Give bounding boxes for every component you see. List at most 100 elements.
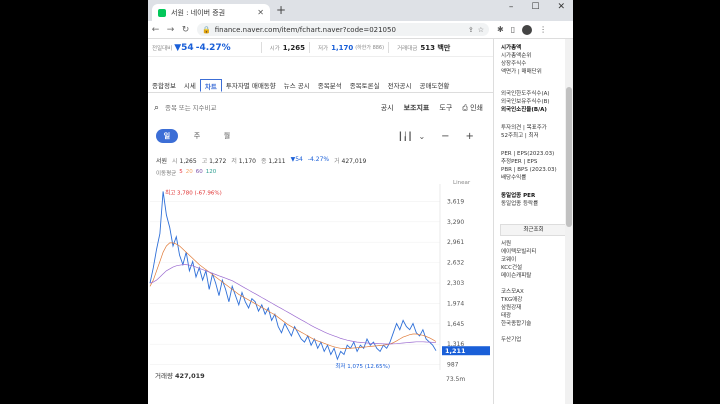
sidebar-market-cap: 시가총액 xyxy=(501,45,522,51)
tab-news[interactable]: 뉴스 공시 xyxy=(280,79,314,92)
stock-menu-tabs: 종합정보 시세 차트 투자자별 매매동향 뉴스 공시 종목분석 종목토론실 전자… xyxy=(148,79,493,93)
recent-item[interactable]: 에이텍모빌리티 xyxy=(494,248,573,256)
low-value: 1,170 xyxy=(331,43,354,52)
search-icon[interactable]: ⌕ xyxy=(154,103,159,113)
address-bar: ← → ↻ 🔒 finance.naver.com/item/fchart.na… xyxy=(148,21,573,39)
browser-tab[interactable]: 서원 : 네이버 증권 ✕ xyxy=(152,4,270,21)
chart-toolbar: ⌕ 공시 보조지표 도구 ⎙ 인쇄 xyxy=(148,100,493,116)
divider xyxy=(308,42,310,53)
omnibox[interactable]: 🔒 finance.naver.com/item/fchart.naver?co… xyxy=(197,23,489,36)
window-controls: – ☐ ✕ xyxy=(509,2,565,12)
period-week[interactable]: 주 xyxy=(186,129,208,143)
side-panel-icon[interactable]: ▯ xyxy=(511,25,515,34)
stock-summary-bar: 전일대비 ▼54 -4.27% 시가 1,265 저가 1,170 (하한가 8… xyxy=(148,39,493,57)
price-chart[interactable]: 3,6193,2902,9612,6322,3031,9741,6451,316… xyxy=(148,176,493,370)
sidebar-target-price: 투자의견 | 목표주가 xyxy=(501,125,547,131)
change-value: ▼54 xyxy=(290,156,303,163)
new-tab-icon[interactable]: + xyxy=(276,4,286,17)
trade-value: 513 백만 xyxy=(420,43,451,52)
menu-dots-icon[interactable]: ⋮ xyxy=(539,25,547,34)
low-label: 저가 xyxy=(317,45,329,52)
trade-value-label: 거래대금 xyxy=(397,45,418,52)
y-tick-label: 1,645 xyxy=(447,321,464,328)
disclosure-button[interactable]: 공시 xyxy=(381,103,394,113)
zoom-in-icon[interactable]: + xyxy=(466,131,474,142)
sidebar-pbr: PBR | BPS (2023.03) xyxy=(501,167,557,173)
tab-discussion[interactable]: 종목토론실 xyxy=(346,79,384,92)
close-value: 1,211 xyxy=(268,158,286,165)
high-label: 고 xyxy=(201,158,208,165)
close-window-icon[interactable]: ✕ xyxy=(557,2,565,12)
tools-button[interactable]: 도구 xyxy=(439,103,452,113)
volume-value: 427,019 xyxy=(341,158,367,165)
recent-item[interactable]: KCC건설 xyxy=(494,264,573,272)
extensions-icon[interactable]: ✱ xyxy=(497,25,504,34)
change-pct: -4.27% xyxy=(307,156,330,163)
recent-item[interactable]: 메이슨캐피탈 xyxy=(494,272,573,280)
tab-strip: 서원 : 네이버 증권 ✕ + – ☐ ✕ xyxy=(148,0,573,21)
current-price-label: 1,211 xyxy=(445,347,466,355)
close-label: 종 xyxy=(260,158,267,165)
period-day[interactable]: 일 xyxy=(156,129,178,143)
sidebar-listed-shares: 상장주식수 xyxy=(501,61,527,67)
forward-icon[interactable]: → xyxy=(163,25,178,35)
minimize-icon[interactable]: – xyxy=(509,2,514,12)
sidebar-foreign-ratio: 외국인소진율(B/A) xyxy=(501,107,547,113)
scrollbar[interactable] xyxy=(565,39,573,404)
zoom-out-icon[interactable]: − xyxy=(441,131,449,142)
tab-disclosure[interactable]: 전자공시 xyxy=(384,79,416,92)
scrollbar-thumb[interactable] xyxy=(566,87,572,227)
naver-favicon-icon xyxy=(158,8,166,17)
chevron-down-icon[interactable]: ⌄ xyxy=(418,132,425,141)
volume-label: 거래량 xyxy=(155,372,173,380)
y-tick-label: 987 xyxy=(447,362,459,369)
tab-chart[interactable]: 차트 xyxy=(199,79,222,92)
profile-avatar[interactable] xyxy=(522,24,533,35)
recent-item[interactable]: 두산기업 xyxy=(494,336,573,344)
recent-view-header[interactable]: 최근조회 xyxy=(500,224,567,236)
tab-quote[interactable]: 시세 xyxy=(180,79,200,92)
maximize-icon[interactable]: ☐ xyxy=(531,2,539,12)
tab-investor-trading[interactable]: 투자자별 매매동향 xyxy=(222,79,280,92)
price-series-line xyxy=(149,191,437,361)
sidebar-foreign-limit: 외국인한도주식수(A) xyxy=(501,91,550,97)
open-label: 시가 xyxy=(269,45,280,52)
sidebar-industry-change: 동일업종 등락률 xyxy=(501,201,539,207)
volume-axis-label: 73.5m xyxy=(446,376,466,383)
recent-item[interactable]: TKG애강 xyxy=(494,296,573,304)
recent-item[interactable]: 서원 xyxy=(494,240,573,248)
recent-item[interactable]: 삼원강재 xyxy=(494,304,573,312)
print-button[interactable]: ⎙ 인쇄 xyxy=(462,103,483,113)
open-value: 1,265 xyxy=(282,43,305,52)
indicator-button[interactable]: 보조지표 xyxy=(404,103,430,113)
period-month[interactable]: 월 xyxy=(216,129,238,143)
price-change: ▼54 xyxy=(174,42,194,53)
back-icon[interactable]: ← xyxy=(148,25,163,35)
compare-search-input[interactable] xyxy=(165,104,381,112)
browser-window: 서원 : 네이버 증권 ✕ + – ☐ ✕ ← → ↻ 🔒 finance.na… xyxy=(148,0,573,404)
high-value: 1,272 xyxy=(209,158,227,165)
recent-item[interactable]: 코스모AX xyxy=(494,288,573,296)
recent-item[interactable]: 코웨이 xyxy=(494,256,573,264)
open-label: 시 xyxy=(172,158,178,165)
sidebar-industry-per: 동일업종 PER xyxy=(501,193,536,199)
url-text[interactable]: finance.naver.com/item/fchart.naver?code… xyxy=(215,26,464,34)
prev-close-label: 전일대비 xyxy=(152,45,173,52)
bookmark-star-icon[interactable]: ☆ xyxy=(478,26,484,34)
tab-analysis[interactable]: 종목분석 xyxy=(314,79,346,92)
candlestick-icon[interactable]: ┃╽┃ xyxy=(398,132,412,141)
min-annotation: 최저 1,075 (12.65%) xyxy=(335,362,390,370)
share-icon[interactable]: ⇪ xyxy=(468,26,474,34)
recent-item[interactable]: 태광 xyxy=(494,312,573,320)
sidebar-est-per: 추정PER | EPS xyxy=(501,159,538,165)
close-tab-icon[interactable]: ✕ xyxy=(257,8,264,17)
tab-short-selling[interactable]: 공매도현황 xyxy=(416,79,454,92)
lock-icon[interactable]: 🔒 xyxy=(202,26,211,34)
browser-toolbar: ✱ ▯ ⋮ xyxy=(497,24,547,35)
recent-item[interactable]: 한국종합기술 xyxy=(494,320,573,328)
tab-summary[interactable]: 종합정보 xyxy=(148,79,180,92)
y-tick-label: 3,290 xyxy=(447,219,464,226)
sidebar-par-value: 액면가 | 매매단위 xyxy=(501,69,542,75)
reload-icon[interactable]: ↻ xyxy=(178,25,193,35)
y-tick-label: 2,961 xyxy=(447,239,464,246)
